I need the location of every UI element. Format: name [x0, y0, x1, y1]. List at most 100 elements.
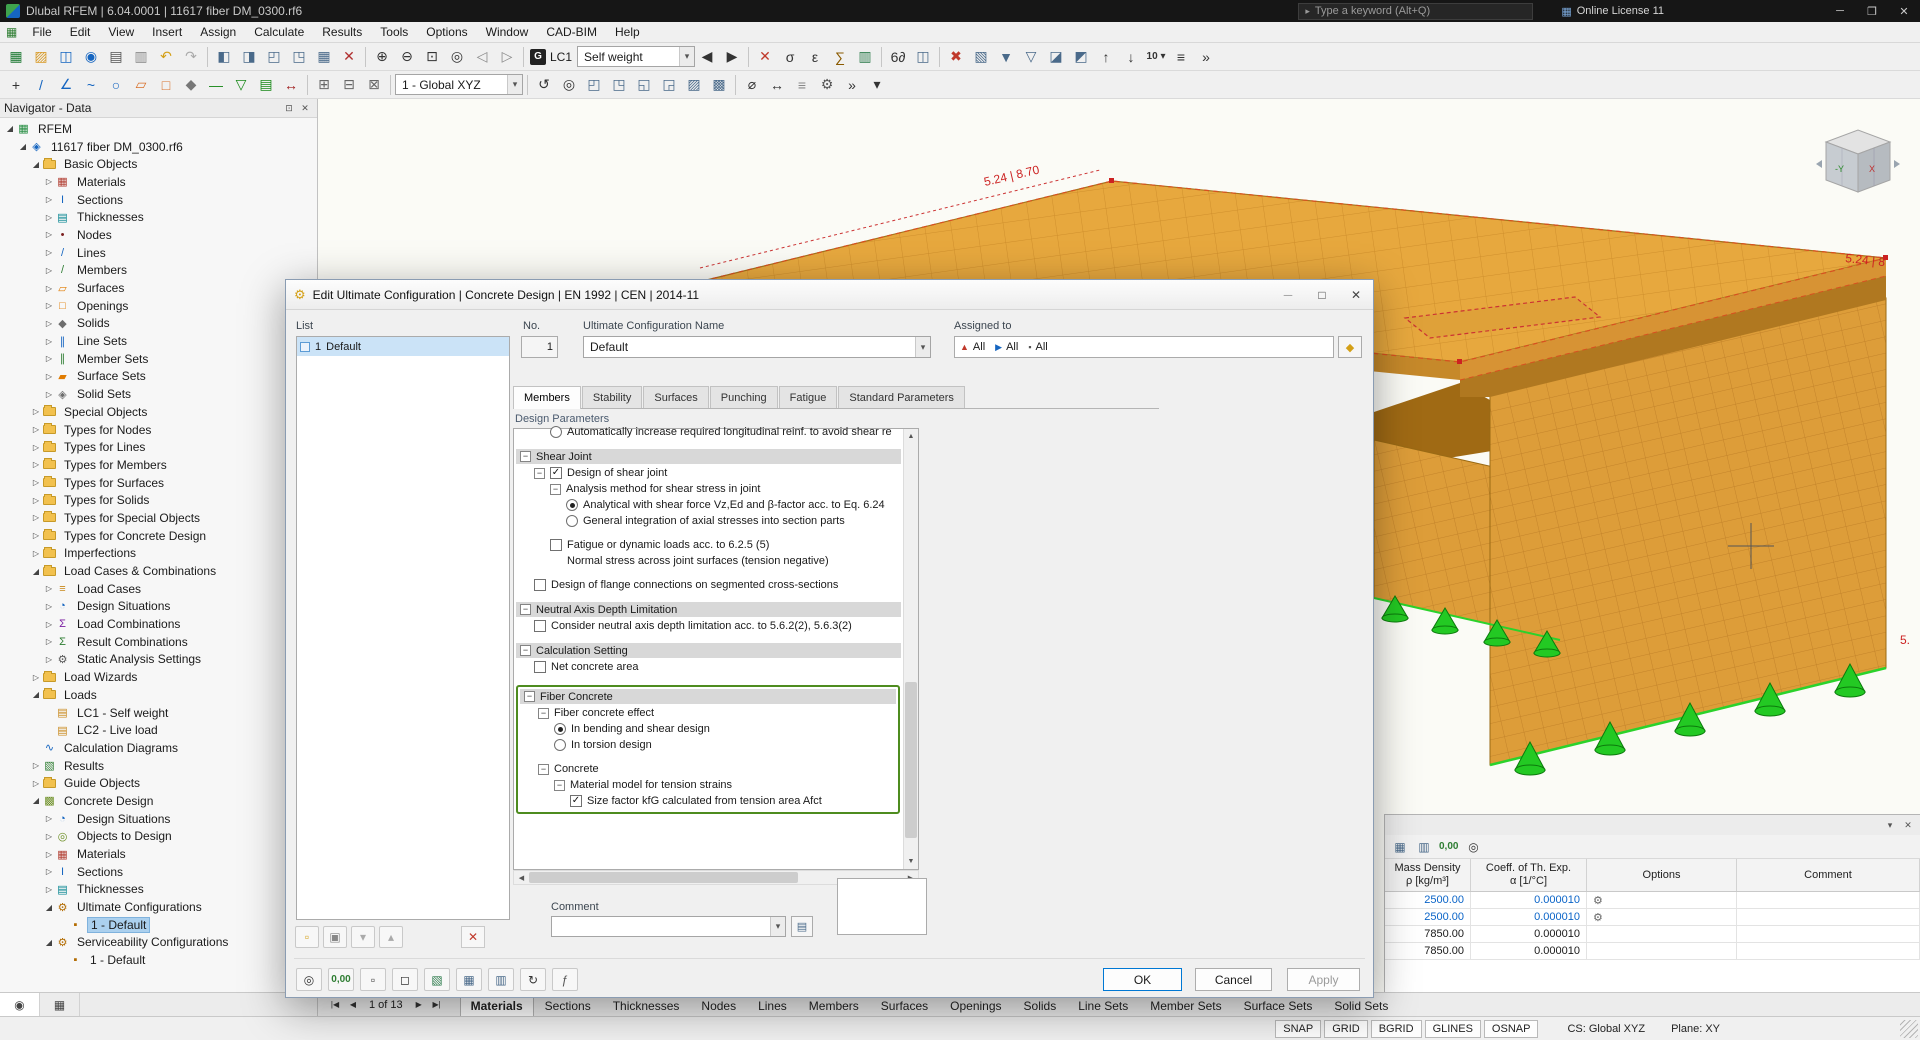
dialog-tab-punching[interactable]: Punching [710, 386, 778, 408]
tree-item-solid-sets[interactable]: ▷◈Solid Sets [0, 385, 317, 403]
display-mode-button[interactable]: ▫ [360, 968, 386, 991]
collapsed-arrow-icon[interactable]: ▷ [30, 478, 42, 487]
zoom-extents-button[interactable]: ◎ [557, 73, 581, 97]
view-x-button[interactable]: ◰ [582, 73, 606, 97]
collapsed-arrow-icon[interactable]: ▷ [43, 584, 55, 593]
collapsed-arrow-icon[interactable]: ▷ [43, 337, 55, 346]
table-tab-line-sets[interactable]: Line Sets [1067, 995, 1139, 1016]
collapsed-arrow-icon[interactable]: ▷ [43, 867, 55, 876]
tree-item-result-combinations[interactable]: ▷ΣResult Combinations [0, 633, 317, 651]
toolbar2-overflow-button[interactable]: » [840, 73, 864, 97]
collapsed-arrow-icon[interactable]: ▷ [30, 761, 42, 770]
previous-table-button[interactable]: ◀ [344, 996, 362, 1014]
color-scale-button[interactable]: ▧ [424, 968, 450, 991]
config-tables-button[interactable]: ▦ [456, 968, 482, 991]
mass-density-cell[interactable]: 7850.00 [1385, 926, 1471, 942]
dialog-tab-fatigue[interactable]: Fatigue [779, 386, 838, 408]
tree-item-surface-sets[interactable]: ▷▰Surface Sets [0, 368, 317, 386]
view-y-button[interactable]: ◳ [607, 73, 631, 97]
visibilities-button[interactable]: ◩ [1069, 45, 1093, 69]
table-row[interactable]: 2500.000.000010⚙ [1385, 892, 1920, 909]
insert-surface-button[interactable]: ▱ [129, 73, 153, 97]
collapsed-arrow-icon[interactable]: ▷ [43, 620, 55, 629]
radio-unselected[interactable] [566, 515, 578, 527]
export-config-table-button[interactable]: ▥ [488, 968, 514, 991]
delete-loads-button[interactable]: ✖ [944, 45, 968, 69]
zoom-window-button[interactable]: ⊡ [420, 45, 444, 69]
menu-file[interactable]: File [23, 23, 60, 41]
numbering-combo-button[interactable]: 10 ▾ [1144, 45, 1168, 69]
comment-cell[interactable] [1737, 909, 1920, 925]
tree-item-11617-fiber-dm-0300-rf6[interactable]: ◢◈11617 fiber DM_0300.rf6 [0, 138, 317, 156]
tree-item-solids[interactable]: ▷◆Solids [0, 315, 317, 333]
expanded-arrow-icon[interactable]: ◢ [4, 124, 16, 133]
dialog-close-button[interactable]: ✕ [1339, 280, 1373, 309]
table-tab-sections[interactable]: Sections [534, 995, 602, 1016]
menu-help[interactable]: Help [606, 23, 649, 41]
filter-objects-button[interactable]: ▼ [994, 45, 1018, 69]
vertical-scrollbar[interactable]: ▲ ▼ [903, 429, 918, 869]
tree-item-1-default[interactable]: ▪1 - Default [0, 951, 317, 969]
collapsed-arrow-icon[interactable]: ▷ [43, 372, 55, 381]
dialog-minimize-button[interactable]: ─ [1271, 280, 1305, 309]
zoom-all-button[interactable]: ◎ [445, 45, 469, 69]
table-tab-solid-sets[interactable]: Solid Sets [1323, 995, 1399, 1016]
checkbox-checked[interactable]: ✓ [570, 795, 582, 807]
collapse-box-icon[interactable]: − [550, 484, 561, 495]
table-tab-surfaces[interactable]: Surfaces [870, 995, 939, 1016]
coordinate-system-combo[interactable]: 1 - Global XYZ ▾ [395, 74, 523, 95]
expanded-arrow-icon[interactable]: ◢ [30, 796, 42, 805]
tree-item-lc2-live-load[interactable]: ▤LC2 - Live load [0, 721, 317, 739]
gear-icon[interactable]: ⚙ [1593, 894, 1603, 907]
work-plane-xz-button[interactable]: ⊠ [362, 73, 386, 97]
configuration-list-item[interactable]: 1Default [297, 337, 509, 356]
export-configuration-button[interactable]: ▴ [379, 926, 403, 948]
collapsed-arrow-icon[interactable]: ▷ [43, 230, 55, 239]
dialog-tab-stability[interactable]: Stability [582, 386, 643, 408]
assigned-to-field[interactable]: ▲All▶All▪All [954, 336, 1334, 358]
dialog-tab-standard-parameters[interactable]: Standard Parameters [838, 386, 965, 408]
column-header-mass-density[interactable]: Mass Densityρ [kg/m³] [1385, 859, 1471, 891]
design-check-sigma-button[interactable]: σ [778, 45, 802, 69]
navigator-close-icon[interactable]: ✕ [297, 101, 313, 116]
checkbox-checked[interactable]: ✓ [550, 467, 562, 479]
table-tab-materials[interactable]: Materials [460, 995, 534, 1016]
tree-item-thicknesses[interactable]: ▷▤Thicknesses [0, 881, 317, 899]
options-cell[interactable] [1587, 943, 1737, 959]
menu-insert[interactable]: Insert [143, 23, 191, 41]
next-load-case-button[interactable]: ▶ [720, 45, 744, 69]
tree-item-calculation-diagrams[interactable]: ∿Calculation Diagrams [0, 739, 317, 757]
collapse-box-icon[interactable]: − [538, 708, 549, 719]
collapsed-arrow-icon[interactable]: ▷ [43, 266, 55, 275]
navigator-titlebar[interactable]: Navigator - Data ⊡ ✕ [0, 99, 317, 118]
checkbox-unchecked[interactable] [550, 539, 562, 551]
formula-button[interactable]: ƒ [552, 968, 578, 991]
tree-item-load-cases[interactable]: ▷≡Load Cases [0, 580, 317, 598]
thermal-coeff-cell[interactable]: 0.000010 [1471, 943, 1587, 959]
next-view-button[interactable]: ▷ [495, 45, 519, 69]
collapse-box-icon[interactable]: − [520, 604, 531, 615]
move-up-button[interactable]: ↑ [1094, 45, 1118, 69]
user-profile-button[interactable]: ≡ [1169, 45, 1193, 69]
tree-item-loads[interactable]: ◢Loads [0, 686, 317, 704]
maximize-button[interactable]: ❐ [1856, 0, 1888, 22]
collapsed-arrow-icon[interactable]: ▷ [30, 443, 42, 452]
tree-item-types-for-solids[interactable]: ▷Types for Solids [0, 491, 317, 509]
insert-line-support-button[interactable]: ▤ [254, 73, 278, 97]
cancel-button[interactable]: Cancel [1195, 968, 1272, 991]
tree-item-surfaces[interactable]: ▷▱Surfaces [0, 279, 317, 297]
refresh-button[interactable]: ↻ [520, 968, 546, 991]
menu-cad-bim[interactable]: CAD-BIM [537, 23, 606, 41]
work-plane-yz-button[interactable]: ⊟ [337, 73, 361, 97]
expanded-arrow-icon[interactable]: ◢ [30, 567, 42, 576]
design-check-eps-button[interactable]: ε [803, 45, 827, 69]
navigator-pin-icon[interactable]: ⊡ [281, 101, 297, 116]
collapsed-arrow-icon[interactable]: ▷ [30, 513, 42, 522]
tree-item-concrete-design[interactable]: ◢▩Concrete Design [0, 792, 317, 810]
table-search-button[interactable]: ◎ [1462, 837, 1484, 857]
tree-item-sections[interactable]: ▷ISections [0, 191, 317, 209]
print-button[interactable]: ▤ [104, 45, 128, 69]
toggle-glines[interactable]: GLINES [1425, 1020, 1481, 1038]
tree-item-nodes[interactable]: ▷•Nodes [0, 226, 317, 244]
zoom-in-button[interactable]: ⊕ [370, 45, 394, 69]
